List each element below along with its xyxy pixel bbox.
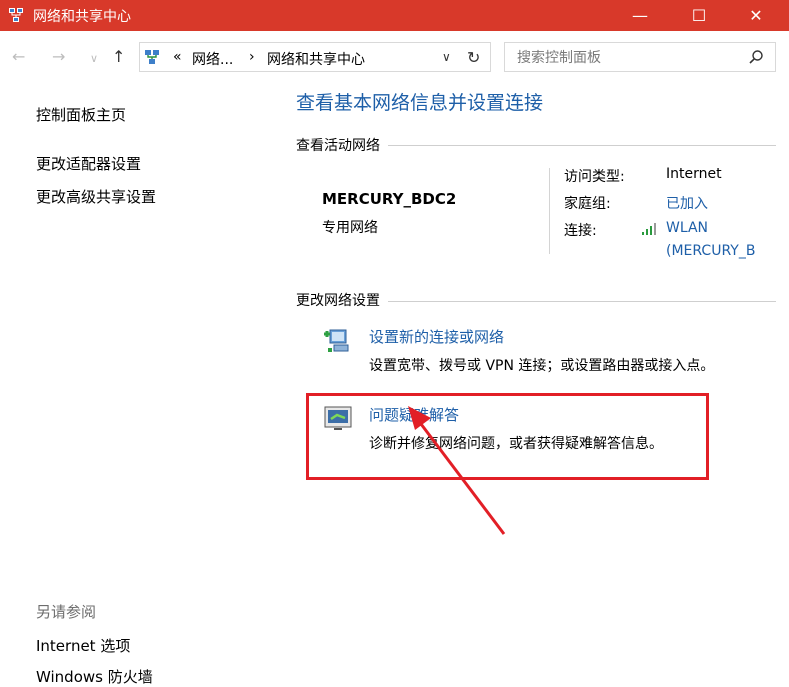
new-connection-icon: [324, 329, 349, 352]
sidebar-item-internet-options[interactable]: Internet 选项: [36, 635, 130, 656]
address-dropdown-button[interactable]: ∨: [442, 50, 451, 64]
network-name: MERCURY_BDC2: [322, 190, 457, 208]
title-bar: 网络和共享中心 — ☐ ✕: [0, 0, 789, 31]
highlight-box: [306, 393, 709, 480]
back-button[interactable]: ←: [12, 47, 25, 66]
network-location-icon: [145, 50, 159, 64]
address-bar[interactable]: « 网络... › 网络和共享中心 ∨ ↻: [139, 42, 491, 72]
breadcrumb-network[interactable]: 网络...: [192, 49, 233, 69]
forward-button[interactable]: →: [52, 47, 65, 66]
search-input[interactable]: [515, 47, 739, 69]
window-title: 网络和共享中心: [33, 9, 131, 25]
sidebar-item-change-adapter[interactable]: 更改适配器设置: [36, 153, 141, 174]
active-networks-heading: 查看活动网络: [296, 135, 388, 155]
address-row: ← → ∨ ↑ « 网络... › 网络和共享中心 ∨ ↻: [0, 31, 789, 85]
maximize-button[interactable]: ☐: [676, 0, 722, 31]
homegroup-link[interactable]: 已加入: [666, 193, 708, 213]
network-profile-type: 专用网络: [322, 220, 378, 236]
search-icon[interactable]: [748, 49, 764, 65]
connection-label: 连接:: [564, 223, 597, 239]
sidebar-item-windows-firewall[interactable]: Windows 防火墙: [36, 666, 153, 687]
breadcrumb-sharing-center[interactable]: 网络和共享中心: [267, 49, 365, 69]
recent-locations-button[interactable]: ∨: [90, 52, 98, 65]
see-also-heading: 另请参阅: [36, 603, 97, 621]
access-type-value: Internet: [666, 166, 722, 182]
sidebar-item-control-panel-home[interactable]: 控制面板主页: [36, 104, 126, 125]
breadcrumb-separator[interactable]: ›: [249, 49, 255, 65]
refresh-button[interactable]: ↻: [467, 48, 480, 67]
change-settings-heading: 更改网络设置: [296, 290, 388, 310]
homegroup-label: 家庭组:: [564, 196, 611, 212]
page-title: 查看基本网络信息并设置连接: [296, 92, 544, 114]
sidebar-item-advanced-sharing[interactable]: 更改高级共享设置: [36, 186, 156, 207]
connection-link[interactable]: WLAN: [666, 220, 708, 236]
up-button[interactable]: ↑: [112, 47, 125, 66]
minimize-button[interactable]: —: [617, 0, 663, 31]
setup-new-connection-link[interactable]: 设置新的连接或网络: [369, 326, 504, 347]
network-app-icon: [9, 8, 23, 22]
access-type-label: 访问类型:: [564, 169, 625, 185]
vertical-divider: [549, 168, 550, 254]
setup-new-connection-desc: 设置宽带、拨号或 VPN 连接；或设置路由器或接入点。: [369, 358, 715, 374]
close-button[interactable]: ✕: [733, 0, 779, 31]
wifi-signal-icon: [642, 223, 656, 235]
connection-link-ssid[interactable]: (MERCURY_B: [666, 243, 755, 259]
search-box: [504, 42, 776, 72]
breadcrumb-overflow[interactable]: «: [173, 49, 182, 65]
